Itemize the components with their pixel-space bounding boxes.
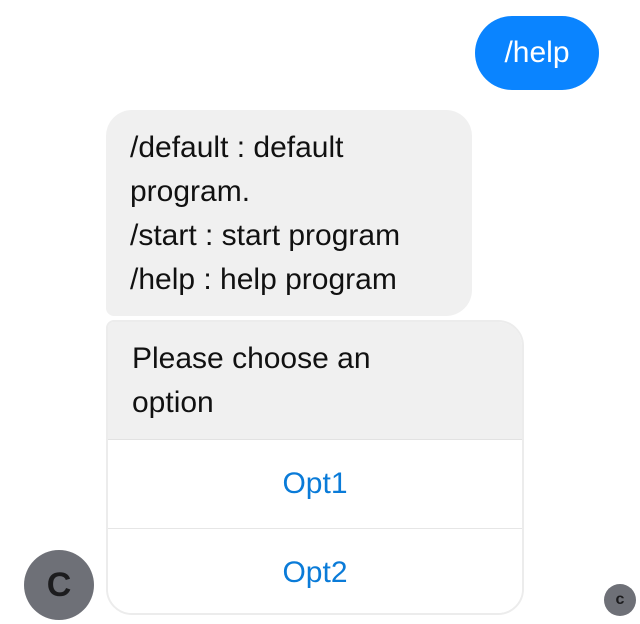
option-button-opt2[interactable]: Opt2 — [108, 529, 522, 613]
prompt-line: Please choose an — [132, 342, 371, 375]
help-line: /help : help program — [130, 263, 397, 296]
read-receipt-avatar: c — [604, 584, 636, 616]
help-line: program. — [130, 175, 251, 208]
option-button-opt1[interactable]: Opt1 — [108, 440, 522, 529]
prompt-line: option — [132, 386, 214, 419]
outgoing-message-bubble[interactable]: /help — [475, 16, 599, 90]
help-line: /start : start program — [130, 219, 401, 252]
bot-avatar[interactable]: C — [24, 550, 94, 620]
read-receipt-initial: c — [615, 591, 625, 608]
outgoing-message-text: /help — [504, 36, 570, 69]
bot-avatar-initial: C — [46, 565, 72, 604]
option-label: Opt1 — [282, 467, 348, 500]
chat-thread: /help /default : default program. /start… — [0, 0, 640, 624]
option-label: Opt2 — [282, 556, 348, 589]
incoming-help-bubble[interactable]: /default : default program. /start : sta… — [106, 110, 472, 316]
help-line: /default : default — [130, 131, 344, 164]
quick-reply-card: Please choose an option Opt1 Opt2 — [106, 320, 524, 615]
quick-reply-prompt: Please choose an option — [108, 322, 522, 440]
